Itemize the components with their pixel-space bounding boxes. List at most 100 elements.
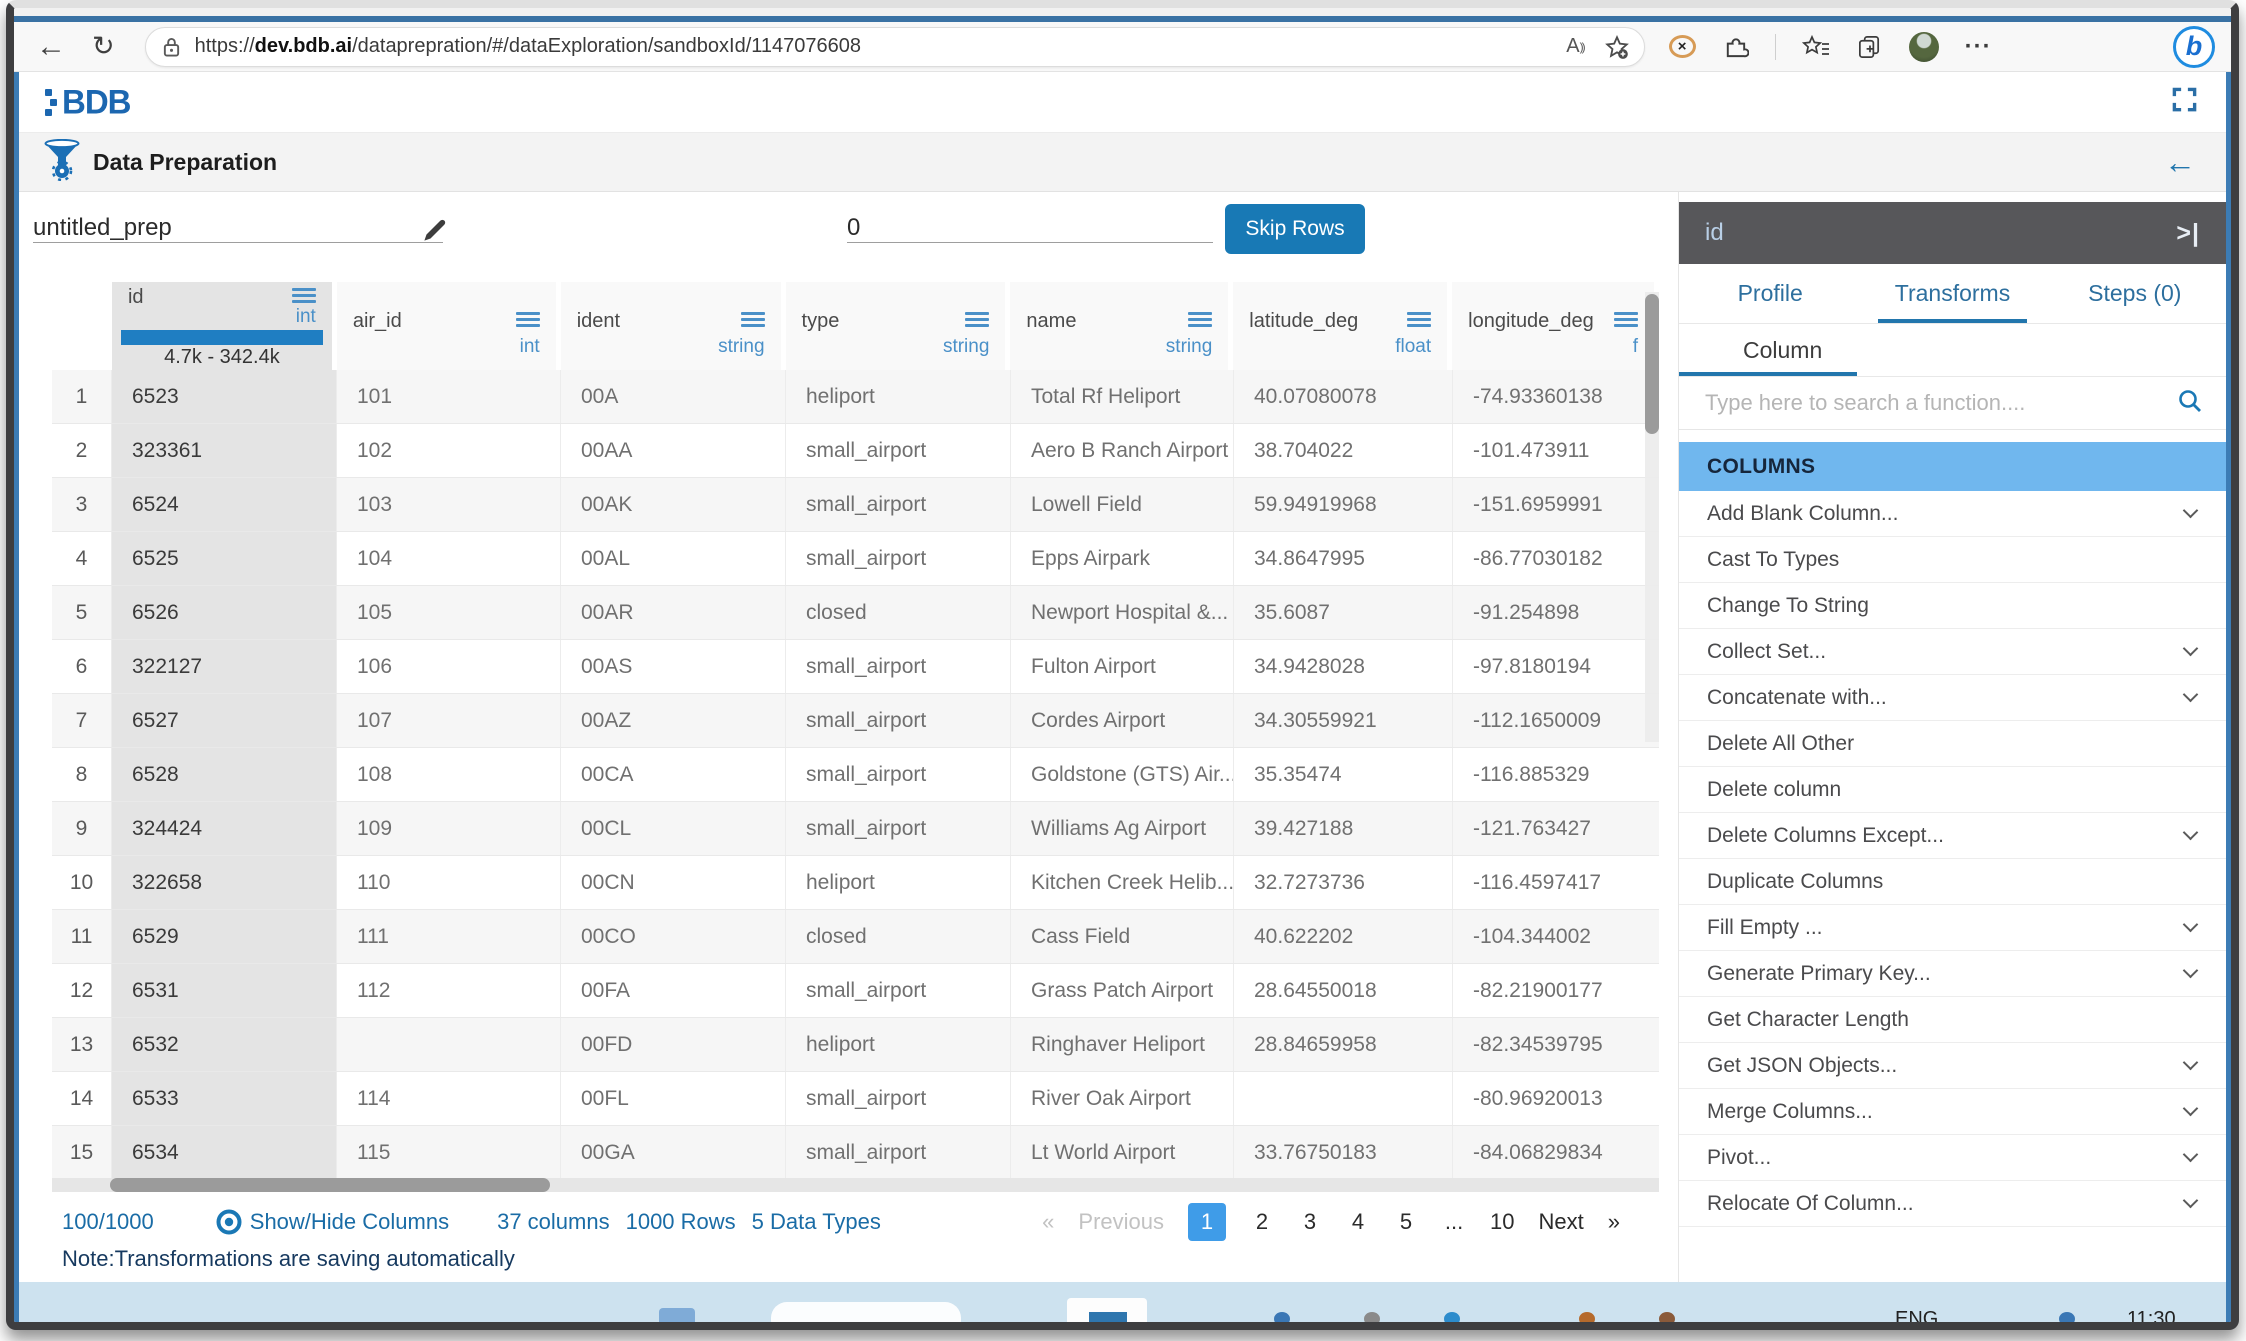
ident-cell[interactable]: 00CA bbox=[561, 748, 786, 801]
latitude-cell[interactable]: 59.94919968 bbox=[1234, 478, 1453, 531]
ident-cell[interactable]: 00GA bbox=[561, 1126, 786, 1178]
ident-cell[interactable]: 00AS bbox=[561, 640, 786, 693]
next-chevrons[interactable]: » bbox=[1608, 1209, 1620, 1235]
grid-column-header[interactable]: id int 4.7k - 342.4k bbox=[112, 282, 332, 370]
type-cell[interactable]: small_airport bbox=[786, 694, 1011, 747]
ident-cell[interactable]: 00AL bbox=[561, 532, 786, 585]
latitude-cell[interactable]: 35.6087 bbox=[1234, 586, 1453, 639]
latitude-cell[interactable]: 32.7273736 bbox=[1234, 856, 1453, 909]
bing-icon[interactable]: b bbox=[2173, 26, 2215, 68]
type-cell[interactable]: small_airport bbox=[786, 478, 1011, 531]
id-cell[interactable]: 6534 bbox=[112, 1126, 337, 1178]
id-cell[interactable]: 322127 bbox=[112, 640, 337, 693]
ident-cell[interactable]: 00FA bbox=[561, 964, 786, 1017]
longitude-cell[interactable]: -112.1650009 bbox=[1453, 694, 1659, 747]
skip-rows-button[interactable]: Skip Rows bbox=[1225, 204, 1365, 254]
function-item[interactable]: Delete All Other bbox=[1679, 721, 2226, 767]
latitude-cell[interactable]: 34.8647995 bbox=[1234, 532, 1453, 585]
name-cell[interactable]: Lt World Airport bbox=[1011, 1126, 1234, 1178]
air-id-cell[interactable]: 107 bbox=[337, 694, 561, 747]
name-cell[interactable]: Ringhaver Heliport bbox=[1011, 1018, 1234, 1071]
table-row[interactable]: 12 6531 112 00FA small_airport Grass Pat… bbox=[52, 964, 1659, 1018]
function-item[interactable]: Get Character Length bbox=[1679, 997, 2226, 1043]
type-cell[interactable]: small_airport bbox=[786, 532, 1011, 585]
panel-tab[interactable]: Profile bbox=[1679, 264, 1861, 323]
longitude-cell[interactable]: -101.473911 bbox=[1453, 424, 1659, 477]
page-button[interactable]: ... bbox=[1442, 1209, 1466, 1235]
type-cell[interactable]: closed bbox=[786, 910, 1011, 963]
page-button[interactable]: 2 bbox=[1250, 1209, 1274, 1235]
read-aloud-icon[interactable]: A)) bbox=[1566, 35, 1583, 58]
latitude-cell[interactable]: 28.84659958 bbox=[1234, 1018, 1453, 1071]
name-cell[interactable]: Fulton Airport bbox=[1011, 640, 1234, 693]
latitude-cell[interactable]: 40.622202 bbox=[1234, 910, 1453, 963]
type-cell[interactable]: heliport bbox=[786, 1018, 1011, 1071]
show-hide-columns-link[interactable]: Show/Hide Columns bbox=[250, 1209, 449, 1235]
ident-cell[interactable]: 00CL bbox=[561, 802, 786, 855]
air-id-cell[interactable]: 104 bbox=[337, 532, 561, 585]
column-menu-icon[interactable] bbox=[965, 312, 989, 330]
ident-cell[interactable]: 00AR bbox=[561, 586, 786, 639]
browser-menu-icon[interactable]: ··· bbox=[1965, 33, 1992, 61]
table-row[interactable]: 3 6524 103 00AK small_airport Lowell Fie… bbox=[52, 478, 1659, 532]
function-item[interactable]: Delete column bbox=[1679, 767, 2226, 813]
next-button[interactable]: Next bbox=[1539, 1209, 1584, 1235]
table-row[interactable]: 2 323361 102 00AA small_airport Aero B R… bbox=[52, 424, 1659, 478]
vertical-scrollbar[interactable] bbox=[1645, 292, 1659, 742]
address-bar[interactable]: https://dev.bdb.ai/dataprepration/#/data… bbox=[145, 27, 1645, 67]
air-id-cell[interactable]: 115 bbox=[337, 1126, 561, 1178]
air-id-cell[interactable]: 110 bbox=[337, 856, 561, 909]
table-row[interactable]: 8 6528 108 00CA small_airport Goldstone … bbox=[52, 748, 1659, 802]
taskbar-icon[interactable] bbox=[1659, 1312, 1675, 1322]
url-text[interactable]: https://dev.bdb.ai/dataprepration/#/data… bbox=[195, 35, 1547, 58]
table-row[interactable]: 14 6533 114 00FL small_airport River Oak… bbox=[52, 1072, 1659, 1126]
column-menu-icon[interactable] bbox=[292, 288, 316, 306]
ident-cell[interactable]: 00AZ bbox=[561, 694, 786, 747]
back-icon[interactable]: ← bbox=[36, 32, 66, 62]
table-row[interactable]: 10 322658 110 00CN heliport Kitchen Cree… bbox=[52, 856, 1659, 910]
table-row[interactable]: 1 6523 101 00A heliport Total Rf Helipor… bbox=[52, 370, 1659, 424]
previous-button[interactable]: Previous bbox=[1078, 1209, 1164, 1235]
grid-column-header[interactable]: air_id int bbox=[337, 282, 556, 370]
function-search-input[interactable] bbox=[1705, 390, 2176, 416]
taskbar-icon[interactable] bbox=[1364, 1312, 1380, 1322]
function-item[interactable]: Get JSON Objects... bbox=[1679, 1043, 2226, 1089]
longitude-cell[interactable]: -116.885329 bbox=[1453, 748, 1659, 801]
longitude-cell[interactable]: -84.06829834 bbox=[1453, 1126, 1659, 1178]
taskbar-icon[interactable] bbox=[1274, 1312, 1290, 1322]
id-cell[interactable]: 6527 bbox=[112, 694, 337, 747]
name-cell[interactable]: Aero B Ranch Airport bbox=[1011, 424, 1234, 477]
latitude-cell[interactable]: 39.427188 bbox=[1234, 802, 1453, 855]
longitude-cell[interactable]: -151.6959991 bbox=[1453, 478, 1659, 531]
table-row[interactable]: 9 324424 109 00CL small_airport Williams… bbox=[52, 802, 1659, 856]
edit-pencil-icon[interactable] bbox=[419, 216, 449, 251]
id-cell[interactable]: 6531 bbox=[112, 964, 337, 1017]
longitude-cell[interactable]: -97.8180194 bbox=[1453, 640, 1659, 693]
grid-column-header[interactable]: name string bbox=[1010, 282, 1228, 370]
column-menu-icon[interactable] bbox=[1188, 312, 1212, 330]
name-cell[interactable]: Grass Patch Airport bbox=[1011, 964, 1234, 1017]
table-row[interactable]: 5 6526 105 00AR closed Newport Hospital … bbox=[52, 586, 1659, 640]
air-id-cell[interactable]: 111 bbox=[337, 910, 561, 963]
name-cell[interactable]: Kitchen Creek Helib... bbox=[1011, 856, 1234, 909]
taskbar-icon[interactable] bbox=[2059, 1312, 2075, 1322]
function-item[interactable]: Add Blank Column... bbox=[1679, 491, 2226, 537]
function-item[interactable]: Collect Set... bbox=[1679, 629, 2226, 675]
collections-icon[interactable] bbox=[1856, 33, 1883, 60]
favorites-bar-icon[interactable] bbox=[1802, 34, 1830, 60]
air-id-cell[interactable]: 114 bbox=[337, 1072, 561, 1125]
page-button[interactable]: 3 bbox=[1298, 1209, 1322, 1235]
type-cell[interactable]: small_airport bbox=[786, 1072, 1011, 1125]
favorite-star-icon[interactable] bbox=[1604, 34, 1630, 60]
id-cell[interactable]: 6525 bbox=[112, 532, 337, 585]
table-row[interactable]: 7 6527 107 00AZ small_airport Cordes Air… bbox=[52, 694, 1659, 748]
air-id-cell[interactable] bbox=[337, 1018, 561, 1071]
column-menu-icon[interactable] bbox=[741, 312, 765, 330]
type-cell[interactable]: small_airport bbox=[786, 640, 1011, 693]
latitude-cell[interactable]: 35.35474 bbox=[1234, 748, 1453, 801]
refresh-icon[interactable]: ↻ bbox=[92, 33, 115, 60]
air-id-cell[interactable]: 112 bbox=[337, 964, 561, 1017]
name-cell[interactable]: Newport Hospital &... bbox=[1011, 586, 1234, 639]
page-button[interactable]: 10 bbox=[1490, 1209, 1514, 1235]
id-cell[interactable]: 6523 bbox=[112, 370, 337, 423]
